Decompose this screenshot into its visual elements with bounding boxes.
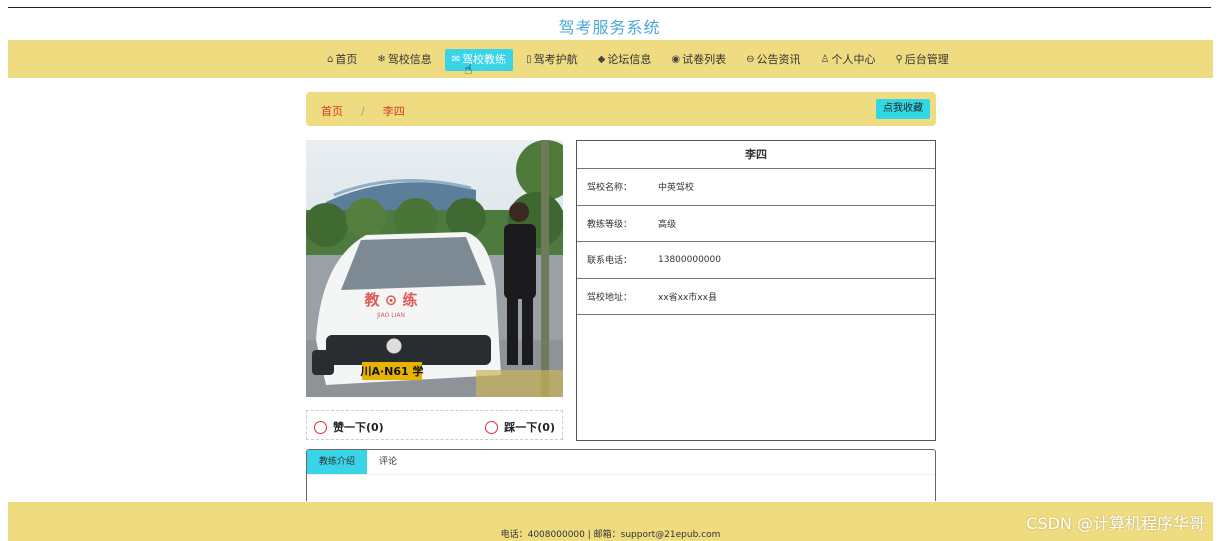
- nav-item-home[interactable]: ⌂ 首页: [320, 49, 364, 71]
- info-row-phone: 联系电话： 13800000000: [577, 242, 935, 279]
- nav-item-driving-school[interactable]: ❄ 驾校信息: [370, 49, 438, 71]
- coach-name: 李四: [577, 141, 935, 169]
- nav-item-coach[interactable]: ✉ 驾校教练: [444, 49, 514, 71]
- book-icon: ▯: [526, 54, 532, 65]
- home-icon: ⌂: [327, 54, 334, 65]
- detail-tabs: 教练介绍 评论: [307, 450, 935, 475]
- nav-item-forum[interactable]: ◆ 论坛信息: [591, 49, 659, 71]
- reaction-bar: 赞一下(0) 踩一下(0): [306, 410, 563, 440]
- tab-coach-intro[interactable]: 教练介绍: [307, 450, 368, 474]
- car-side-sign-pinyin: JIAO LIAN: [376, 312, 405, 319]
- info-label: 联系电话：: [587, 256, 633, 267]
- breadcrumb-bar: 首页 / 李四 点我收藏: [306, 92, 936, 126]
- coach-photo-illustration: 川A·N61 学 教 ⊙ 练 JIAO LIAN: [306, 140, 563, 397]
- license-plate: 川A·N61 学: [359, 364, 423, 378]
- car-side-sign: 教 ⊙ 练: [363, 291, 417, 309]
- link-icon: ⚲: [895, 54, 903, 65]
- nav-item-label: 后台管理: [904, 53, 949, 66]
- nav-item-label: 公告资讯: [756, 53, 801, 66]
- minus-circle-icon: ⊖: [746, 54, 755, 65]
- detail-tabs-panel: 教练介绍 评论: [306, 449, 936, 501]
- nav-item-exam-list[interactable]: ◉ 试卷列表: [664, 49, 733, 71]
- coach-info-panel: 李四 驾校名称： 中英驾校 教练等级： 高级 联系电话： 13800000000 驾校…: [576, 140, 936, 441]
- nav-item-label: 首页: [335, 53, 358, 66]
- nav-item-exam-escort[interactable]: ▯ 驾考护航: [519, 49, 585, 71]
- tab-comments[interactable]: 评论: [367, 450, 409, 474]
- info-value: xx省xx市xx县: [658, 292, 717, 303]
- nav-items: ⌂ 首页 ❄ 驾校信息 ✉ 驾校教练 ▯ 驾考护航 ◆ 论坛信息 ◉ 试卷列表 ⊖ 公告资讯 …: [320, 49, 962, 71]
- info-label: 驾校地址：: [587, 292, 633, 303]
- graduation-cap-icon: ◆: [597, 54, 606, 65]
- nav-item-admin[interactable]: ⚲ 后台管理: [888, 49, 955, 71]
- breadcrumb-separator: /: [361, 105, 365, 118]
- mail-icon: ✉: [451, 54, 461, 65]
- info-row-address: 驾校地址： xx省xx市xx县: [577, 279, 935, 315]
- smile-icon: [314, 420, 327, 434]
- nav-item-announcements[interactable]: ⊖ 公告资讯: [739, 49, 807, 71]
- site-title: 驾考服务系统: [558, 18, 661, 37]
- breadcrumb: 首页 / 李四: [321, 103, 405, 119]
- user-icon: ♙: [820, 54, 830, 65]
- dislike-label: 踩一下(0): [504, 421, 555, 434]
- info-row-level: 教练等级： 高级: [577, 206, 935, 242]
- favorite-button[interactable]: 点我收藏: [876, 99, 930, 119]
- nav-item-label: 试卷列表: [682, 53, 727, 66]
- info-row-school: 驾校名称： 中英驾校: [577, 169, 935, 206]
- info-value: 中英驾校: [658, 183, 695, 194]
- watermark: CSDN @计算机程序华哥: [1026, 514, 1205, 533]
- info-value: 高级: [658, 219, 677, 230]
- circle-dot-icon: ◉: [671, 54, 681, 65]
- nav-item-personal-center[interactable]: ♙ 个人中心: [813, 49, 882, 71]
- info-label: 教练等级：: [587, 219, 633, 230]
- mouse-cursor-icon: ☝: [464, 62, 473, 78]
- breadcrumb-current: 李四: [382, 105, 405, 118]
- like-button[interactable]: 赞一下(0): [314, 419, 384, 435]
- info-label: 驾校名称：: [587, 183, 633, 194]
- nav-item-label: 驾校信息: [387, 53, 432, 66]
- top-border-line: [8, 7, 1211, 8]
- nav-item-label: 论坛信息: [607, 53, 652, 66]
- snowflake-icon: ❄: [377, 54, 386, 65]
- main-navbar: ⌂ 首页 ❄ 驾校信息 ✉ 驾校教练 ▯ 驾考护航 ◆ 论坛信息 ◉ 试卷列表 ⊖ 公告资讯 …: [8, 40, 1213, 78]
- info-value: 13800000000: [658, 254, 721, 265]
- like-label: 赞一下(0): [333, 421, 384, 434]
- coach-photo: 川A·N61 学 教 ⊙ 练 JIAO LIAN: [306, 140, 563, 397]
- breadcrumb-home-link[interactable]: 首页: [321, 105, 343, 118]
- nav-item-label: 个人中心: [831, 53, 876, 66]
- dislike-button[interactable]: 踩一下(0): [485, 419, 555, 435]
- nav-item-label: 驾考护航: [533, 53, 578, 66]
- smile-icon: [485, 420, 499, 434]
